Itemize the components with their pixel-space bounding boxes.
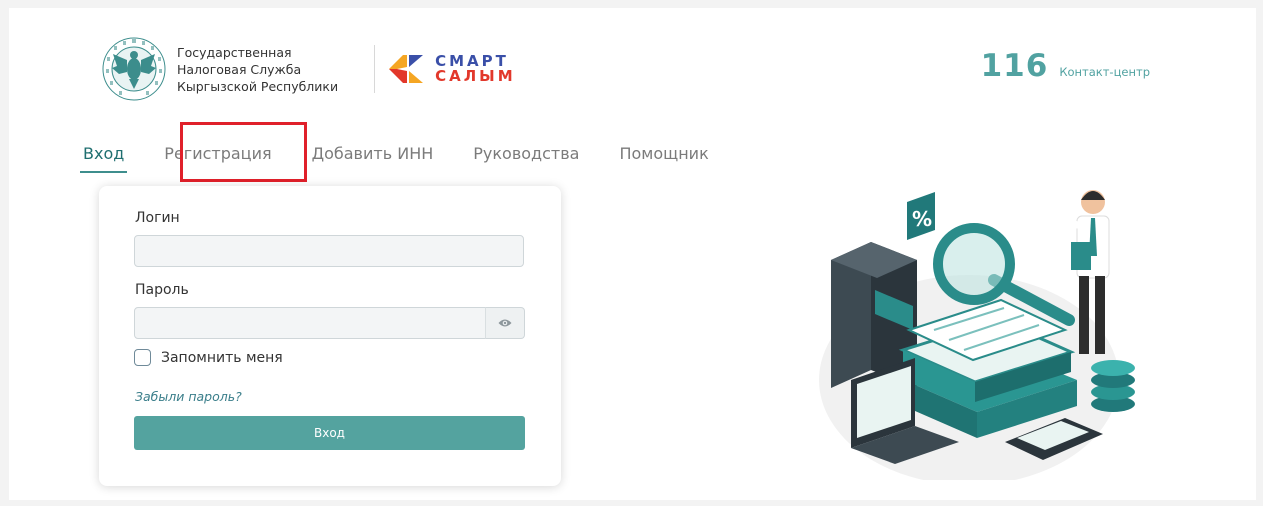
contact-number[interactable]: 116 bbox=[981, 48, 1049, 84]
agency-name-line: Кыргызской Республики bbox=[177, 78, 339, 94]
agency-name: Государственная Налоговая Служба Кыргызс… bbox=[177, 44, 338, 95]
tab-assistant[interactable]: Помощник bbox=[616, 144, 711, 173]
login-form-card: Логин Пароль Запомнить меня Забыли парол… bbox=[99, 186, 561, 486]
remember-me[interactable]: Запомнить меня bbox=[134, 349, 283, 366]
password-toggle-button[interactable] bbox=[485, 307, 525, 339]
contact-center: 116 Контакт-центр bbox=[981, 48, 1150, 84]
brand-line-bottom: САЛЫМ bbox=[435, 67, 516, 85]
tax-audit-illustration-icon: % bbox=[819, 190, 1135, 480]
eye-icon bbox=[498, 319, 512, 327]
login-button[interactable]: Вход bbox=[134, 416, 525, 450]
forgot-password-link[interactable]: Забыли пароль? bbox=[135, 389, 242, 404]
remember-me-label: Запомнить меня bbox=[161, 349, 283, 366]
agency-name-line: Налоговая Служба bbox=[177, 61, 302, 77]
password-label: Пароль bbox=[135, 282, 189, 298]
tab-login[interactable]: Вход bbox=[80, 144, 128, 173]
agency-name-line: Государственная bbox=[177, 44, 292, 60]
tab-guides[interactable]: Руководства bbox=[470, 144, 582, 173]
header-branding: Государственная Налоговая Служба Кыргызс… bbox=[101, 36, 516, 102]
tab-add-inn[interactable]: Добавить ИНН bbox=[309, 144, 437, 173]
header-divider bbox=[374, 45, 376, 93]
tab-registration[interactable]: Регистрация bbox=[161, 144, 274, 173]
smart-salym-brand: СМАРТ САЛЫМ bbox=[389, 53, 516, 85]
tax-service-emblem-icon bbox=[102, 37, 166, 101]
svg-text:%: % bbox=[912, 207, 932, 231]
remember-me-checkbox[interactable] bbox=[134, 349, 151, 366]
nav-tabs: Вход Регистрация Добавить ИНН Руководств… bbox=[80, 144, 746, 173]
contact-label: Контакт-центр bbox=[1059, 65, 1150, 79]
login-label: Логин bbox=[135, 210, 180, 226]
smart-salym-logo-icon bbox=[389, 55, 424, 83]
password-input[interactable] bbox=[134, 307, 486, 339]
login-page: Государственная Налоговая Служба Кыргызс… bbox=[9, 8, 1256, 500]
login-input[interactable] bbox=[134, 235, 524, 267]
